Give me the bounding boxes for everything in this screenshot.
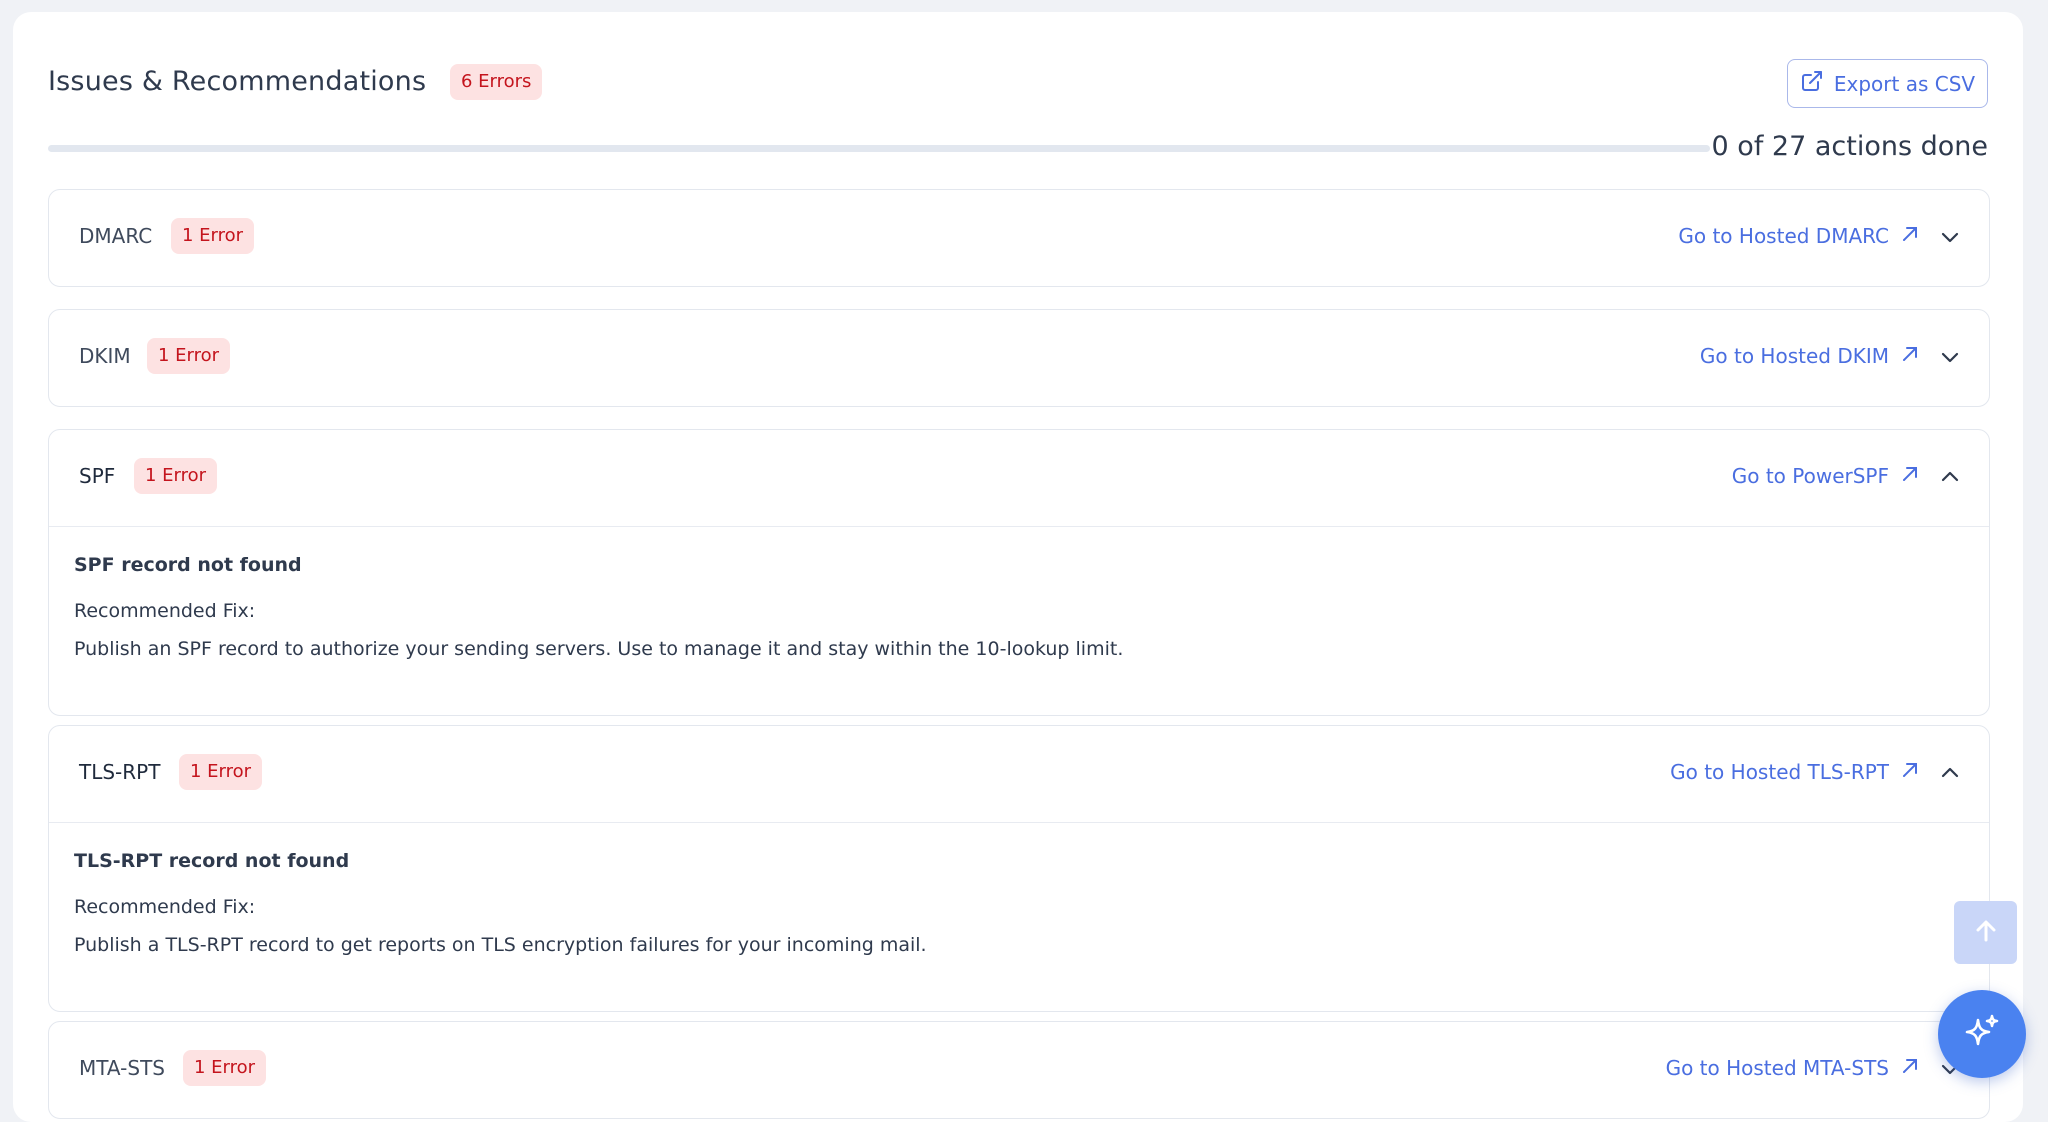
- total-errors-badge: 6 Errors: [450, 64, 543, 100]
- recommended-fix-text: Publish an SPF record to authorize your …: [74, 638, 1124, 660]
- arrow-up-right-icon: [1901, 760, 1919, 784]
- section-header-mta-sts[interactable]: MTA-STS 1 Error Go to Hosted MTA-STS: [49, 1022, 1989, 1118]
- section-title: DMARC: [79, 224, 153, 248]
- recommended-fix-label: Recommended Fix:: [74, 600, 256, 622]
- ai-assistant-button[interactable]: [1938, 990, 2026, 1078]
- section-dkim: DKIM 1 Error Go to Hosted DKIM: [48, 309, 1990, 407]
- arrow-up-right-icon: [1901, 1056, 1919, 1080]
- section-title: SPF: [79, 464, 116, 488]
- card-header: Issues & Recommendations 6 Errors Export…: [48, 52, 1988, 112]
- chevron-down-icon[interactable]: [1939, 226, 1961, 248]
- arrow-up-icon: [1972, 917, 2000, 949]
- external-link-icon: [1800, 69, 1824, 98]
- section-spf: SPF 1 Error Go to PowerSPF SPF record no…: [48, 429, 1990, 716]
- goto-hosted-mta-sts-link[interactable]: Go to Hosted MTA-STS: [1666, 1056, 1919, 1080]
- section-header-dmarc[interactable]: DMARC 1 Error Go to Hosted DMARC: [49, 190, 1989, 286]
- section-body-tls-rpt: TLS-RPT record not found Recommended Fix…: [49, 823, 1989, 960]
- error-badge: 1 Error: [134, 458, 218, 494]
- progress-bar: [48, 145, 1710, 152]
- chevron-down-icon[interactable]: [1939, 346, 1961, 368]
- goto-hosted-dmarc-link[interactable]: Go to Hosted DMARC: [1678, 224, 1919, 248]
- section-header-tls-rpt[interactable]: TLS-RPT 1 Error Go to Hosted TLS-RPT: [49, 726, 1989, 823]
- error-badge: 1 Error: [179, 754, 263, 790]
- arrow-up-right-icon: [1901, 224, 1919, 248]
- section-title: TLS-RPT: [79, 760, 161, 784]
- link-label: Go to PowerSPF: [1731, 464, 1889, 488]
- issue-title: SPF record not found: [74, 554, 302, 576]
- goto-hosted-tls-rpt-link[interactable]: Go to Hosted TLS-RPT: [1670, 760, 1919, 784]
- section-header-spf[interactable]: SPF 1 Error Go to PowerSPF: [49, 430, 1989, 527]
- chevron-up-icon[interactable]: [1939, 762, 1961, 784]
- scroll-to-top-button[interactable]: [1954, 901, 2017, 964]
- progress-row: 0 of 27 actions done: [48, 127, 1988, 167]
- recommended-fix-text: Publish a TLS-RPT record to get reports …: [74, 934, 927, 956]
- section-title: DKIM: [79, 344, 131, 368]
- section-dmarc: DMARC 1 Error Go to Hosted DMARC: [48, 189, 1990, 287]
- error-badge: 1 Error: [147, 338, 231, 374]
- link-label: Go to Hosted DMARC: [1678, 224, 1889, 248]
- section-header-dkim[interactable]: DKIM 1 Error Go to Hosted DKIM: [49, 310, 1989, 406]
- link-label: Go to Hosted TLS-RPT: [1670, 760, 1889, 784]
- page-title: Issues & Recommendations: [48, 66, 427, 97]
- error-badge: 1 Error: [183, 1050, 267, 1086]
- sparkles-icon: [1961, 1011, 2003, 1057]
- arrow-up-right-icon: [1901, 344, 1919, 368]
- goto-powerspf-link[interactable]: Go to PowerSPF: [1732, 464, 1919, 488]
- recommended-fix-label: Recommended Fix:: [74, 896, 256, 918]
- link-label: Go to Hosted MTA-STS: [1665, 1056, 1889, 1080]
- section-tls-rpt: TLS-RPT 1 Error Go to Hosted TLS-RPT TLS…: [48, 725, 1990, 1012]
- export-csv-button[interactable]: Export as CSV: [1787, 59, 1988, 108]
- error-badge: 1 Error: [171, 218, 255, 254]
- arrow-up-right-icon: [1901, 464, 1919, 488]
- section-title: MTA-STS: [79, 1056, 165, 1080]
- issues-card: Issues & Recommendations 6 Errors Export…: [13, 12, 2023, 1122]
- section-body-spf: SPF record not found Recommended Fix: Pu…: [49, 527, 1989, 664]
- goto-hosted-dkim-link[interactable]: Go to Hosted DKIM: [1700, 344, 1919, 368]
- chevron-up-icon[interactable]: [1939, 466, 1961, 488]
- link-label: Go to Hosted DKIM: [1699, 344, 1889, 368]
- progress-label: 0 of 27 actions done: [1711, 131, 1988, 162]
- issue-title: TLS-RPT record not found: [74, 850, 350, 872]
- export-csv-label: Export as CSV: [1833, 71, 1976, 96]
- section-mta-sts: MTA-STS 1 Error Go to Hosted MTA-STS: [48, 1021, 1990, 1119]
